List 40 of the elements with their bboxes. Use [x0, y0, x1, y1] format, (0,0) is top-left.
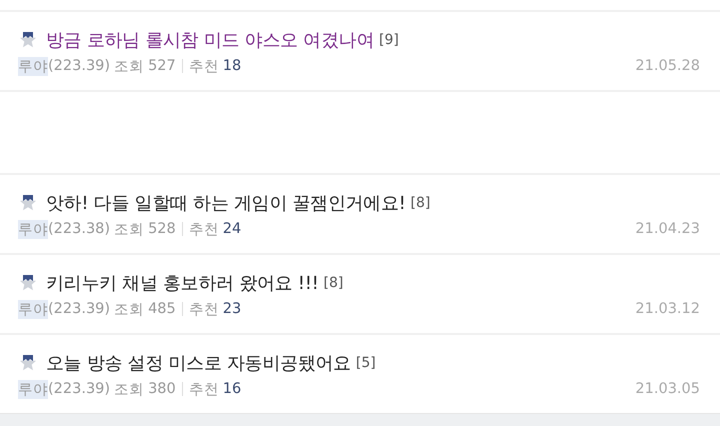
user-star-icon	[18, 273, 38, 293]
user-star-icon	[18, 30, 38, 50]
post-title[interactable]: 키리누키 채널 홍보하러 왔어요 !!!	[46, 271, 319, 295]
views-count: 380	[148, 381, 176, 397]
recommend-label: 추천	[188, 300, 219, 318]
recommend-label: 추천	[188, 58, 219, 76]
author-ip: (223.39)	[48, 301, 110, 317]
post-date: 21.04.23	[635, 221, 701, 237]
comment-count: [8]	[410, 195, 430, 211]
views-count: 485	[148, 301, 176, 317]
views-label: 조회	[114, 300, 144, 318]
comment-count: [9]	[379, 32, 399, 48]
post-date: 21.03.12	[635, 301, 701, 317]
views-label: 조회	[114, 380, 144, 398]
recommend-count: 16	[222, 381, 242, 397]
author-ip: (223.39)	[48, 381, 110, 397]
comment-count: [5]	[356, 355, 376, 371]
recommend-count: 24	[222, 221, 242, 237]
post-title[interactable]: 오늘 방송 설정 미스로 자동비공됐어요	[46, 351, 351, 375]
views-count: 527	[148, 58, 176, 74]
comment-count: [8]	[324, 275, 344, 291]
recommend-label: 추천	[188, 220, 219, 238]
post-title[interactable]: 방금 로하님 롤시참 미드 야스오 여겼나여	[46, 28, 374, 52]
views-label: 조회	[114, 220, 144, 238]
author-name: 루야	[18, 220, 48, 238]
user-star-icon	[18, 353, 38, 373]
author-ip: (223.39)	[48, 58, 110, 74]
recommend-count: 18	[222, 58, 242, 74]
post-date: 21.05.28	[635, 58, 701, 74]
author-name: 루야	[18, 300, 48, 318]
views-count: 528	[148, 221, 176, 237]
recommend-count: 23	[222, 301, 242, 317]
author-name: 루야	[18, 56, 48, 76]
views-label: 조회	[114, 58, 144, 76]
post-date: 21.03.05	[635, 381, 701, 397]
author-name: 루야	[18, 380, 48, 398]
user-star-icon	[18, 193, 38, 213]
post-title[interactable]: 앗하! 다들 일할때 하는 게임이 꿀잼인거에요!	[46, 191, 406, 215]
recommend-label: 추천	[188, 380, 219, 398]
author-ip: (223.38)	[48, 221, 110, 237]
